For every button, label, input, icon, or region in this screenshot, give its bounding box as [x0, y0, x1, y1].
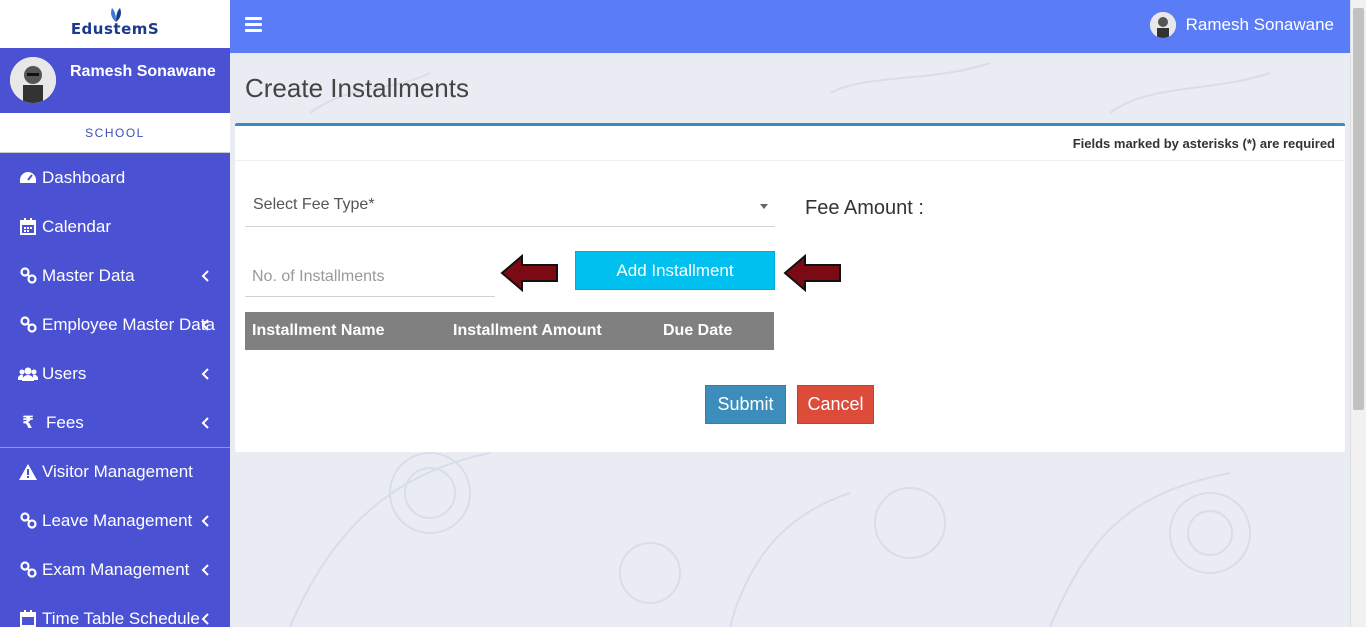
top-navbar: Ramesh Sonawane: [230, 0, 1350, 53]
hamburger-menu-icon[interactable]: [245, 17, 262, 32]
sidebar-item-master-data[interactable]: Master Data: [0, 251, 230, 300]
sidebar-item-calendar[interactable]: Calendar: [0, 202, 230, 251]
calendar-icon: [18, 610, 38, 627]
sidebar-item-label: Users: [42, 363, 87, 383]
create-installments-form: Fields marked by asterisks (*) are requi…: [235, 123, 1345, 452]
sidebar-item-label: Visitor Management: [42, 462, 193, 481]
link-icon: [18, 561, 38, 579]
users-icon: [18, 365, 38, 383]
sidebar-menu: Dashboard Calendar Master Data Employee …: [0, 153, 230, 627]
user-panel: Ramesh Sonawane: [0, 48, 230, 113]
sidebar-item-label: Master Data: [42, 265, 135, 285]
sidebar-item-label: Employee Master Data: [42, 314, 215, 334]
column-header-due-date: Due Date: [663, 322, 733, 339]
scrollbar-thumb[interactable]: [1353, 8, 1364, 410]
chevron-left-icon: [201, 514, 209, 527]
installments-input[interactable]: [245, 257, 495, 296]
main-content: Create Installments Fields marked by ast…: [230, 53, 1350, 627]
sidebar-item-label: Calendar: [42, 216, 111, 236]
sidebar-item-leave-management[interactable]: Leave Management: [0, 496, 230, 545]
chevron-left-icon: [201, 269, 209, 282]
fee-type-select[interactable]: Select Fee Type*: [245, 186, 775, 227]
caret-down-icon: [760, 204, 768, 209]
sidebar-item-label: Time Table Schedule: [42, 608, 200, 627]
arrow-left-icon: [783, 254, 841, 292]
sidebar-item-visitor-management[interactable]: Visitor Management: [0, 447, 230, 496]
required-fields-note: Fields marked by asterisks (*) are requi…: [1072, 136, 1335, 151]
chevron-left-icon: [201, 563, 209, 576]
chevron-left-icon: [201, 367, 209, 380]
installments-field: [245, 257, 495, 297]
rupee-icon: ₹: [22, 412, 34, 432]
fee-type-placeholder: Select Fee Type*: [253, 196, 375, 213]
avatar: [1149, 12, 1176, 38]
chevron-left-icon: [201, 318, 209, 331]
chevron-left-icon: [201, 612, 209, 625]
sidebar: EdustemS Ramesh Sonawane SCHOOL Dashboar…: [0, 0, 230, 627]
sidebar-item-employee-master-data[interactable]: Employee Master Data: [0, 300, 230, 349]
top-user-name: Ramesh Sonawane: [1185, 15, 1334, 34]
fee-amount-label: Fee Amount :: [805, 197, 924, 219]
cancel-button[interactable]: Cancel: [797, 385, 874, 424]
warning-icon: [18, 463, 38, 481]
link-icon: [18, 267, 38, 285]
column-header-installment-name: Installment Name: [252, 322, 385, 339]
page-title: Create Installments: [245, 73, 469, 103]
chevron-left-icon: [201, 416, 209, 429]
sidebar-item-label: Leave Management: [42, 510, 193, 530]
sidebar-item-time-table-schedule[interactable]: Time Table Schedule: [0, 594, 230, 627]
arrow-left-icon: [500, 254, 558, 292]
sidebar-user-name: Ramesh Sonawane: [70, 63, 216, 80]
submit-button[interactable]: Submit: [705, 385, 786, 424]
vertical-scrollbar[interactable]: [1350, 0, 1366, 627]
sidebar-item-fees[interactable]: ₹ Fees: [0, 398, 230, 447]
calendar-icon: [18, 218, 38, 236]
installments-table-header: Installment Name Installment Amount Due …: [245, 312, 774, 350]
sidebar-item-label: Exam Management: [42, 559, 190, 579]
column-header-installment-amount: Installment Amount: [453, 322, 602, 339]
add-installment-button[interactable]: Add Installment: [575, 251, 775, 290]
user-menu[interactable]: Ramesh Sonawane: [1149, 12, 1334, 38]
sidebar-item-label: Dashboard: [42, 167, 126, 187]
logo[interactable]: EdustemS: [0, 0, 230, 48]
link-icon: [18, 316, 38, 334]
link-icon: [18, 512, 38, 530]
sidebar-item-users[interactable]: Users: [0, 349, 230, 398]
sidebar-item-dashboard[interactable]: Dashboard: [0, 153, 230, 202]
role-label: SCHOOL: [0, 113, 230, 153]
sidebar-item-label: Fees: [46, 412, 84, 432]
dashboard-icon: [18, 169, 38, 187]
leaf-icon: [111, 8, 121, 22]
sidebar-item-exam-management[interactable]: Exam Management: [0, 545, 230, 594]
avatar[interactable]: [10, 57, 56, 103]
form-header: Fields marked by asterisks (*) are requi…: [235, 126, 1345, 161]
